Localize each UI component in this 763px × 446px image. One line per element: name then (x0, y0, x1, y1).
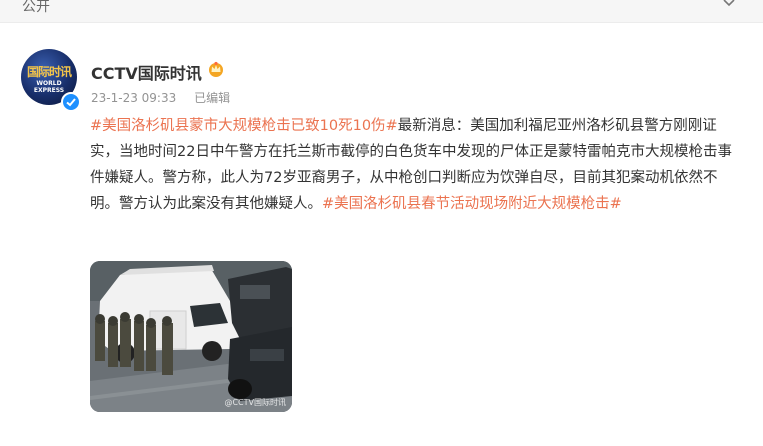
post-meta: 23-1-23 09:33 已编辑 (91, 89, 230, 106)
avatar-logo-text: 国际时讯 (26, 65, 72, 79)
post-image[interactable]: @CCTV国际时讯 (90, 261, 292, 412)
crown-icon[interactable] (207, 60, 225, 78)
chevron-down-icon[interactable] (722, 0, 736, 10)
checkmark-icon (66, 98, 76, 107)
police-scene-image (90, 261, 292, 412)
hashtag-link[interactable]: #美国洛杉矶县春节活动现场附近大规模枪击# (322, 196, 622, 212)
post-content: #美国洛杉矶县蒙市大规模枪击已致10死10伤#最新消息：美国加利福尼亚州洛杉矶县… (90, 113, 738, 217)
post-timestamp[interactable]: 23-1-23 09:33 (91, 91, 176, 105)
image-watermark: @CCTV国际时讯 (224, 398, 286, 407)
author-name[interactable]: CCTV国际时讯 (91, 60, 202, 84)
hashtag-link[interactable]: #美国洛杉矶县蒙市大规模枪击已致10死10伤# (90, 118, 398, 134)
visibility-label[interactable]: 公开 (22, 0, 50, 16)
verified-badge-icon (61, 92, 81, 112)
edited-label[interactable]: 已编辑 (194, 91, 230, 105)
top-bar: 公开 (0, 0, 763, 23)
